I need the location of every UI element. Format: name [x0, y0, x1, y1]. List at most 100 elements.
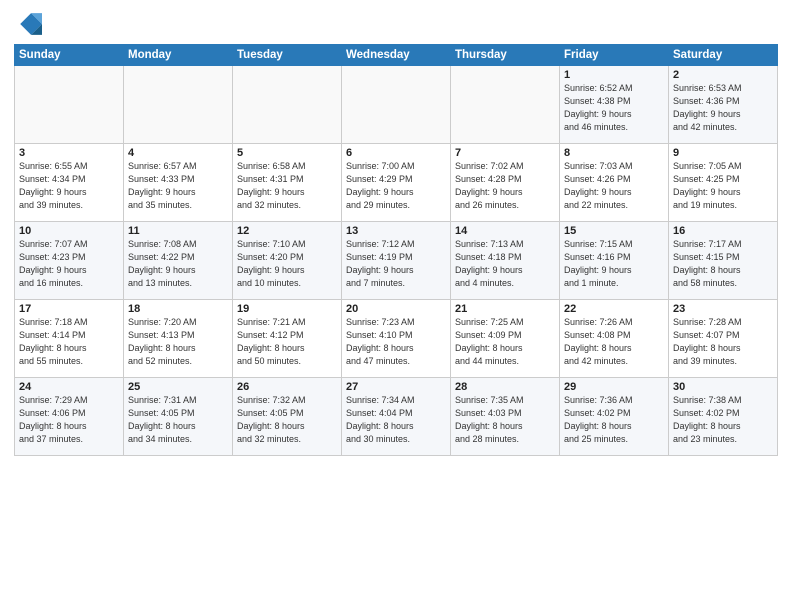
- day-info: Sunrise: 6:58 AM Sunset: 4:31 PM Dayligh…: [237, 160, 337, 212]
- day-number: 22: [564, 303, 664, 315]
- calendar-cell: 2Sunrise: 6:53 AM Sunset: 4:36 PM Daylig…: [669, 66, 778, 144]
- day-info: Sunrise: 7:02 AM Sunset: 4:28 PM Dayligh…: [455, 160, 555, 212]
- day-info: Sunrise: 7:28 AM Sunset: 4:07 PM Dayligh…: [673, 316, 773, 368]
- day-number: 14: [455, 225, 555, 237]
- calendar-cell: 3Sunrise: 6:55 AM Sunset: 4:34 PM Daylig…: [15, 144, 124, 222]
- day-number: 25: [128, 381, 228, 393]
- calendar-cell: 14Sunrise: 7:13 AM Sunset: 4:18 PM Dayli…: [451, 222, 560, 300]
- day-info: Sunrise: 6:57 AM Sunset: 4:33 PM Dayligh…: [128, 160, 228, 212]
- day-info: Sunrise: 7:20 AM Sunset: 4:13 PM Dayligh…: [128, 316, 228, 368]
- calendar-cell: 13Sunrise: 7:12 AM Sunset: 4:19 PM Dayli…: [342, 222, 451, 300]
- day-info: Sunrise: 7:31 AM Sunset: 4:05 PM Dayligh…: [128, 394, 228, 446]
- logo: [14, 10, 46, 38]
- header-cell: Friday: [560, 45, 669, 66]
- day-number: 6: [346, 147, 446, 159]
- calendar-cell: 10Sunrise: 7:07 AM Sunset: 4:23 PM Dayli…: [15, 222, 124, 300]
- calendar-week-row: 3Sunrise: 6:55 AM Sunset: 4:34 PM Daylig…: [15, 144, 778, 222]
- day-number: 3: [19, 147, 119, 159]
- calendar-cell: 6Sunrise: 7:00 AM Sunset: 4:29 PM Daylig…: [342, 144, 451, 222]
- day-number: 5: [237, 147, 337, 159]
- day-number: 27: [346, 381, 446, 393]
- calendar-cell: 27Sunrise: 7:34 AM Sunset: 4:04 PM Dayli…: [342, 378, 451, 456]
- day-info: Sunrise: 6:52 AM Sunset: 4:38 PM Dayligh…: [564, 82, 664, 134]
- day-number: 20: [346, 303, 446, 315]
- day-number: 16: [673, 225, 773, 237]
- calendar-cell: 5Sunrise: 6:58 AM Sunset: 4:31 PM Daylig…: [233, 144, 342, 222]
- calendar-cell: 23Sunrise: 7:28 AM Sunset: 4:07 PM Dayli…: [669, 300, 778, 378]
- day-info: Sunrise: 7:08 AM Sunset: 4:22 PM Dayligh…: [128, 238, 228, 290]
- day-info: Sunrise: 7:35 AM Sunset: 4:03 PM Dayligh…: [455, 394, 555, 446]
- calendar-cell: 24Sunrise: 7:29 AM Sunset: 4:06 PM Dayli…: [15, 378, 124, 456]
- day-number: 28: [455, 381, 555, 393]
- calendar-cell: [451, 66, 560, 144]
- header-cell: Sunday: [15, 45, 124, 66]
- header-cell: Wednesday: [342, 45, 451, 66]
- calendar-cell: [233, 66, 342, 144]
- calendar-cell: 18Sunrise: 7:20 AM Sunset: 4:13 PM Dayli…: [124, 300, 233, 378]
- day-number: 4: [128, 147, 228, 159]
- calendar-week-row: 1Sunrise: 6:52 AM Sunset: 4:38 PM Daylig…: [15, 66, 778, 144]
- day-number: 9: [673, 147, 773, 159]
- page: SundayMondayTuesdayWednesdayThursdayFrid…: [0, 0, 792, 612]
- day-info: Sunrise: 7:34 AM Sunset: 4:04 PM Dayligh…: [346, 394, 446, 446]
- calendar-table: SundayMondayTuesdayWednesdayThursdayFrid…: [14, 44, 778, 456]
- header-cell: Thursday: [451, 45, 560, 66]
- header: [14, 10, 778, 38]
- day-info: Sunrise: 7:29 AM Sunset: 4:06 PM Dayligh…: [19, 394, 119, 446]
- calendar-cell: 21Sunrise: 7:25 AM Sunset: 4:09 PM Dayli…: [451, 300, 560, 378]
- day-number: 17: [19, 303, 119, 315]
- day-number: 23: [673, 303, 773, 315]
- calendar-cell: 1Sunrise: 6:52 AM Sunset: 4:38 PM Daylig…: [560, 66, 669, 144]
- day-number: 10: [19, 225, 119, 237]
- day-info: Sunrise: 6:55 AM Sunset: 4:34 PM Dayligh…: [19, 160, 119, 212]
- calendar-cell: 15Sunrise: 7:15 AM Sunset: 4:16 PM Dayli…: [560, 222, 669, 300]
- day-number: 7: [455, 147, 555, 159]
- day-info: Sunrise: 7:05 AM Sunset: 4:25 PM Dayligh…: [673, 160, 773, 212]
- day-info: Sunrise: 7:21 AM Sunset: 4:12 PM Dayligh…: [237, 316, 337, 368]
- day-number: 24: [19, 381, 119, 393]
- day-info: Sunrise: 7:32 AM Sunset: 4:05 PM Dayligh…: [237, 394, 337, 446]
- day-info: Sunrise: 7:12 AM Sunset: 4:19 PM Dayligh…: [346, 238, 446, 290]
- day-info: Sunrise: 7:15 AM Sunset: 4:16 PM Dayligh…: [564, 238, 664, 290]
- day-number: 8: [564, 147, 664, 159]
- day-info: Sunrise: 7:38 AM Sunset: 4:02 PM Dayligh…: [673, 394, 773, 446]
- day-info: Sunrise: 7:26 AM Sunset: 4:08 PM Dayligh…: [564, 316, 664, 368]
- calendar-cell: [124, 66, 233, 144]
- header-row: SundayMondayTuesdayWednesdayThursdayFrid…: [15, 45, 778, 66]
- day-number: 18: [128, 303, 228, 315]
- header-cell: Tuesday: [233, 45, 342, 66]
- day-number: 21: [455, 303, 555, 315]
- calendar-cell: 19Sunrise: 7:21 AM Sunset: 4:12 PM Dayli…: [233, 300, 342, 378]
- day-info: Sunrise: 7:00 AM Sunset: 4:29 PM Dayligh…: [346, 160, 446, 212]
- calendar-cell: 22Sunrise: 7:26 AM Sunset: 4:08 PM Dayli…: [560, 300, 669, 378]
- calendar-cell: 26Sunrise: 7:32 AM Sunset: 4:05 PM Dayli…: [233, 378, 342, 456]
- calendar-cell: 9Sunrise: 7:05 AM Sunset: 4:25 PM Daylig…: [669, 144, 778, 222]
- calendar-body: 1Sunrise: 6:52 AM Sunset: 4:38 PM Daylig…: [15, 66, 778, 456]
- day-number: 26: [237, 381, 337, 393]
- calendar-cell: 29Sunrise: 7:36 AM Sunset: 4:02 PM Dayli…: [560, 378, 669, 456]
- calendar-cell: 25Sunrise: 7:31 AM Sunset: 4:05 PM Dayli…: [124, 378, 233, 456]
- day-number: 11: [128, 225, 228, 237]
- day-info: Sunrise: 7:17 AM Sunset: 4:15 PM Dayligh…: [673, 238, 773, 290]
- day-info: Sunrise: 6:53 AM Sunset: 4:36 PM Dayligh…: [673, 82, 773, 134]
- calendar-cell: 12Sunrise: 7:10 AM Sunset: 4:20 PM Dayli…: [233, 222, 342, 300]
- calendar-cell: 8Sunrise: 7:03 AM Sunset: 4:26 PM Daylig…: [560, 144, 669, 222]
- day-number: 2: [673, 69, 773, 81]
- day-info: Sunrise: 7:03 AM Sunset: 4:26 PM Dayligh…: [564, 160, 664, 212]
- day-info: Sunrise: 7:25 AM Sunset: 4:09 PM Dayligh…: [455, 316, 555, 368]
- day-info: Sunrise: 7:18 AM Sunset: 4:14 PM Dayligh…: [19, 316, 119, 368]
- day-info: Sunrise: 7:23 AM Sunset: 4:10 PM Dayligh…: [346, 316, 446, 368]
- calendar-cell: 16Sunrise: 7:17 AM Sunset: 4:15 PM Dayli…: [669, 222, 778, 300]
- day-number: 19: [237, 303, 337, 315]
- calendar-cell: 7Sunrise: 7:02 AM Sunset: 4:28 PM Daylig…: [451, 144, 560, 222]
- calendar-week-row: 10Sunrise: 7:07 AM Sunset: 4:23 PM Dayli…: [15, 222, 778, 300]
- calendar-header: SundayMondayTuesdayWednesdayThursdayFrid…: [15, 45, 778, 66]
- day-info: Sunrise: 7:07 AM Sunset: 4:23 PM Dayligh…: [19, 238, 119, 290]
- day-info: Sunrise: 7:36 AM Sunset: 4:02 PM Dayligh…: [564, 394, 664, 446]
- day-number: 29: [564, 381, 664, 393]
- calendar-cell: 17Sunrise: 7:18 AM Sunset: 4:14 PM Dayli…: [15, 300, 124, 378]
- calendar-week-row: 24Sunrise: 7:29 AM Sunset: 4:06 PM Dayli…: [15, 378, 778, 456]
- header-cell: Monday: [124, 45, 233, 66]
- day-info: Sunrise: 7:13 AM Sunset: 4:18 PM Dayligh…: [455, 238, 555, 290]
- day-number: 1: [564, 69, 664, 81]
